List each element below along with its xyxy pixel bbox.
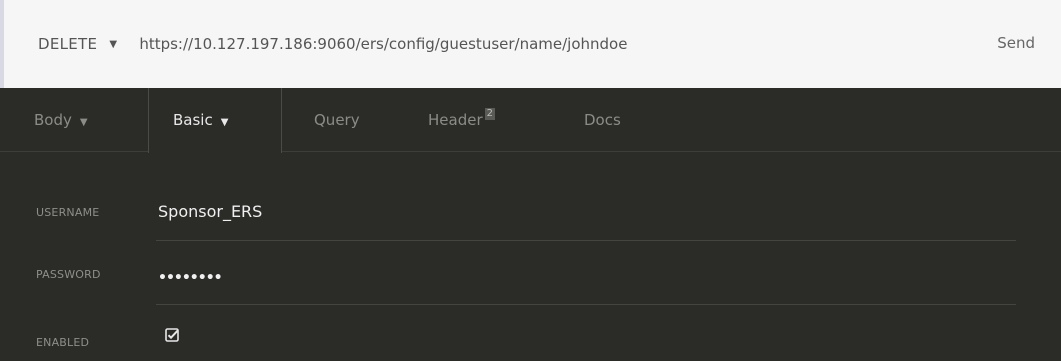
tab-header-label: Header <box>428 111 483 129</box>
password-row: PASSWORD •••••••• <box>0 246 1061 308</box>
tab-bar: Body ▼ Basic ▼ Query Header 2 Docs <box>0 88 1061 153</box>
tab-docs-label: Docs <box>584 111 621 129</box>
enabled-row: ENABLED <box>0 308 1061 361</box>
caret-down-icon: ▼ <box>109 38 118 50</box>
checkbox-checked-icon[interactable] <box>165 328 179 342</box>
password-underline <box>156 304 1016 305</box>
tab-query[interactable]: Query <box>314 88 360 152</box>
enabled-label: ENABLED <box>36 336 90 349</box>
url-bar: DELETE ▼ Send <box>0 0 1061 88</box>
url-input[interactable] <box>139 35 920 53</box>
tab-body-label: Body <box>34 111 72 129</box>
method-dropdown[interactable]: DELETE ▼ <box>38 35 117 53</box>
tab-basic[interactable]: Basic ▼ <box>148 88 282 153</box>
tab-docs[interactable]: Docs <box>584 88 621 152</box>
username-underline <box>156 240 1016 241</box>
request-editor: DELETE ▼ Send Body ▼ Basic ▼ Query Header2… <box>0 0 1061 361</box>
caret-down-icon: ▼ <box>220 117 229 128</box>
tab-basic-label: Basic <box>173 111 213 129</box>
tab-query-label: Query <box>314 111 360 129</box>
username-input[interactable] <box>158 202 1014 221</box>
header-count-badge: 2 <box>484 108 495 120</box>
caret-down-icon: ▼ <box>79 117 88 128</box>
username-label: USERNAME <box>36 206 100 219</box>
send-button[interactable]: Send <box>997 34 1035 52</box>
tab-body[interactable]: Body ▼ <box>34 88 88 152</box>
password-input[interactable]: •••••••• <box>158 270 223 286</box>
method-label: DELETE <box>38 35 98 53</box>
username-row: USERNAME <box>0 184 1061 246</box>
tab-header[interactable]: Header 2 <box>428 88 495 152</box>
password-label: PASSWORD <box>36 268 101 281</box>
